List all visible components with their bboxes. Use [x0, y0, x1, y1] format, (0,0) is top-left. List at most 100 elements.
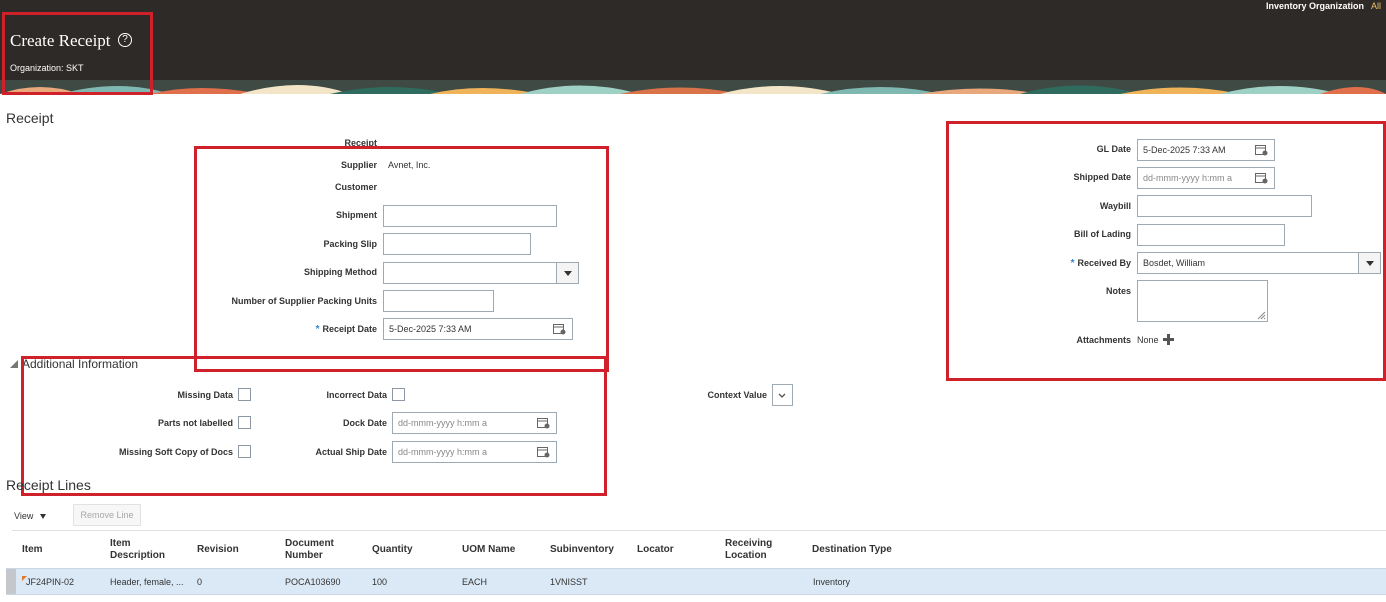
customer-label: Customer [334, 182, 377, 192]
received-by-select[interactable]: Bosdet, William [1137, 252, 1381, 274]
chevron-down-icon[interactable] [1358, 253, 1380, 273]
notes-label: Notes [1105, 286, 1131, 296]
shipment-input[interactable] [383, 205, 557, 227]
cell-revision: 0 [197, 577, 203, 587]
column-header-item-description-text: Item Description [110, 538, 166, 561]
missing-data-checkbox[interactable] [238, 388, 251, 401]
cell-quantity[interactable]: 100 [372, 577, 387, 587]
actual-ship-date-input[interactable]: dd-mmm-yyyy h:mm a [392, 441, 557, 463]
receipt-lines-table-header: Item Item Description Revision Document … [12, 530, 1386, 568]
bill-of-lading-input[interactable] [1137, 224, 1285, 246]
caret-down-icon [39, 514, 46, 520]
row-selector[interactable] [6, 569, 16, 594]
parts-not-labelled-label: Parts not labelled [157, 418, 233, 428]
missing-soft-copy-checkbox[interactable] [238, 445, 251, 458]
shipped-date-label: Shipped Date [1073, 172, 1131, 182]
remove-line-label: Remove Line [80, 510, 134, 520]
help-icon[interactable]: ? [118, 33, 132, 47]
inventory-organization-all-link[interactable]: All [1371, 1, 1381, 11]
column-header-receiving-location-text: Receiving Location [725, 538, 773, 561]
resize-handle-icon[interactable] [1256, 310, 1266, 320]
receipt-date-input[interactable]: 5-Dec-2025 7:33 AM [383, 318, 573, 340]
cell-item-description: Header, female, ... [110, 577, 184, 587]
supplier-value: Avnet, Inc. [388, 160, 431, 170]
gl-date-value: 5-Dec-2025 7:33 AM [1143, 145, 1226, 155]
received-by-value: Bosdet, William [1143, 258, 1206, 268]
receipt-date-value: 5-Dec-2025 7:33 AM [389, 324, 472, 334]
column-header-quantity[interactable]: Quantity [372, 544, 413, 556]
packing-slip-input[interactable] [383, 233, 531, 255]
cell-subinventory[interactable]: 1VNISST [550, 577, 588, 587]
add-attachment-icon[interactable] [1163, 334, 1174, 345]
calendar-icon[interactable] [1255, 172, 1268, 184]
page-title: Create Receipt [10, 31, 111, 50]
column-header-destination-type[interactable]: Destination Type [812, 544, 892, 556]
incorrect-data-label: Incorrect Data [326, 390, 387, 400]
waybill-label: Waybill [1099, 201, 1131, 211]
calendar-icon[interactable] [537, 417, 550, 429]
calendar-icon[interactable] [1255, 144, 1268, 156]
required-icon: * [1070, 258, 1075, 269]
table-row[interactable]: JF24PIN-02 Header, female, ... 0 POCA103… [6, 568, 1386, 595]
page-header: Inventory Organization All Create Receip… [0, 0, 1386, 94]
remove-line-button[interactable]: Remove Line [73, 504, 141, 526]
inventory-organization-label[interactable]: Inventory Organization [1266, 1, 1364, 11]
column-header-item[interactable]: Item [22, 544, 43, 556]
waybill-input[interactable] [1137, 195, 1312, 217]
attachments-value: None [1137, 335, 1159, 345]
additional-info-title[interactable]: Additional Information [22, 357, 138, 371]
required-icon: * [315, 324, 320, 335]
chevron-down-icon[interactable] [778, 393, 786, 399]
receipt-section-title: Receipt [6, 110, 54, 126]
actual-ship-date-placeholder: dd-mmm-yyyy h:mm a [398, 447, 488, 457]
cell-document-number: POCA103690 [285, 577, 341, 587]
bill-of-lading-label: Bill of Lading [1074, 229, 1131, 239]
gl-date-label: GL Date [1096, 144, 1131, 154]
receipt-lines-title: Receipt Lines [6, 477, 91, 493]
incorrect-data-checkbox[interactable] [392, 388, 405, 401]
column-header-revision[interactable]: Revision [197, 544, 239, 556]
parts-not-labelled-checkbox[interactable] [238, 416, 251, 429]
packing-slip-label: Packing Slip [323, 239, 377, 249]
column-header-item-description[interactable]: Item Description [110, 538, 170, 562]
view-menu[interactable]: View [14, 511, 46, 521]
column-header-document-number[interactable]: Document Number [285, 538, 345, 562]
column-header-locator[interactable]: Locator [637, 544, 674, 556]
supplier-packing-units-input[interactable] [383, 290, 494, 312]
supplier-packing-units-label: Number of Supplier Packing Units [231, 296, 377, 306]
supplier-label: Supplier [340, 160, 377, 170]
receipt-date-label: * Receipt Date [316, 324, 377, 335]
chevron-down-icon[interactable] [556, 263, 578, 283]
receipt-label: Receipt [344, 138, 377, 148]
received-by-label-text: Received By [1077, 258, 1131, 268]
shipping-method-label: Shipping Method [304, 267, 377, 277]
actual-ship-date-label: Actual Ship Date [315, 447, 387, 457]
gl-date-input[interactable]: 5-Dec-2025 7:33 AM [1137, 139, 1275, 161]
notes-textarea[interactable] [1137, 280, 1268, 322]
missing-data-label: Missing Data [177, 390, 233, 400]
received-by-label: * Received By [1071, 258, 1131, 269]
cell-item[interactable]: JF24PIN-02 [26, 577, 74, 587]
dock-date-label: Dock Date [342, 418, 387, 428]
decorative-banner [0, 80, 1386, 94]
column-header-uom-name[interactable]: UOM Name [462, 544, 515, 556]
shipping-method-select[interactable] [383, 262, 579, 284]
cell-uom: EACH [462, 577, 488, 587]
shipped-date-input[interactable]: dd-mmm-yyyy h:mm a [1137, 167, 1275, 189]
column-header-document-number-text: Document Number [285, 538, 334, 561]
context-value-label: Context Value [707, 390, 767, 400]
dock-date-input[interactable]: dd-mmm-yyyy h:mm a [392, 412, 557, 434]
missing-soft-copy-label: Missing Soft Copy of Docs [118, 447, 233, 457]
calendar-icon[interactable] [537, 446, 550, 458]
shipment-label: Shipment [335, 210, 377, 220]
cell-destination-type: Inventory [813, 577, 851, 587]
column-header-receiving-location[interactable]: Receiving Location [725, 538, 785, 562]
organization-label: Organization: SKT [10, 63, 84, 73]
view-menu-label: View [14, 511, 34, 521]
receipt-date-label-text: Receipt Date [322, 324, 377, 334]
context-value-select[interactable] [772, 384, 793, 406]
shipped-date-placeholder: dd-mmm-yyyy h:mm a [1143, 173, 1233, 183]
column-header-subinventory[interactable]: Subinventory [550, 544, 614, 556]
collapse-triangle-icon[interactable] [10, 360, 18, 368]
calendar-icon[interactable] [553, 323, 566, 335]
